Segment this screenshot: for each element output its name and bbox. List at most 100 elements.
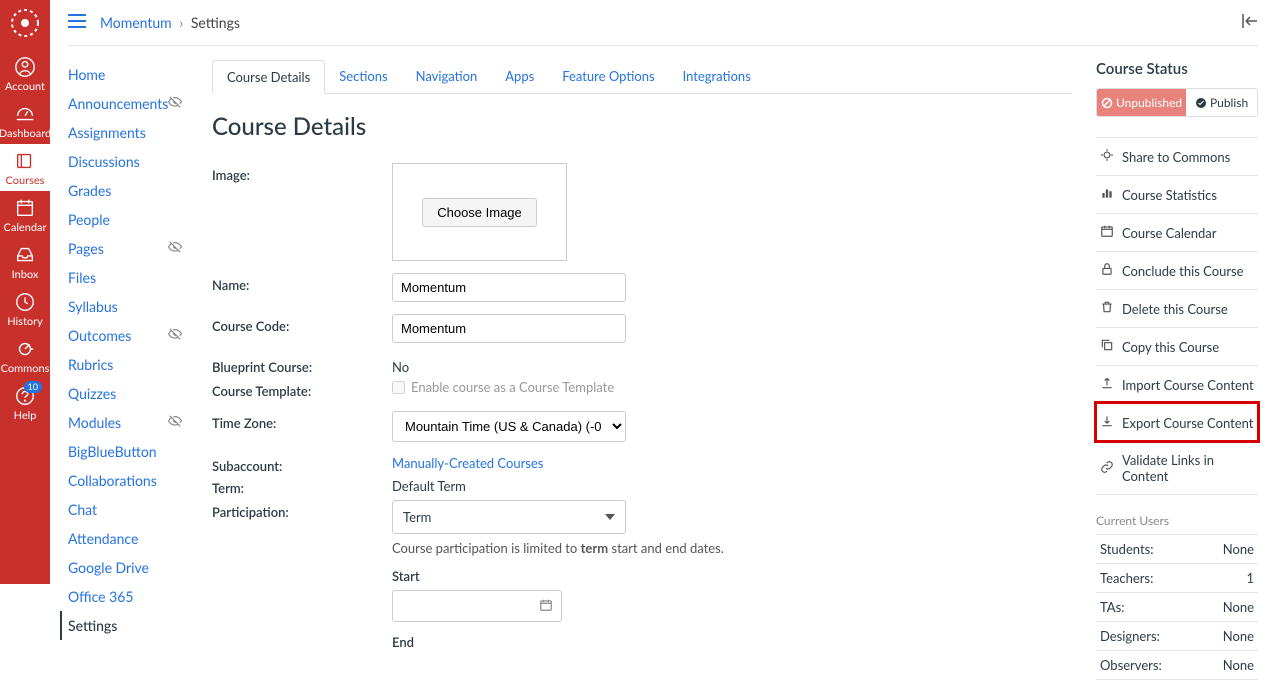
course-nav-item[interactable]: Modules	[68, 408, 188, 437]
inbox-nav[interactable]: Inbox	[0, 238, 50, 285]
course-nav-item[interactable]: Files	[68, 263, 188, 292]
course-template-checkbox[interactable]: Enable course as a Course Template	[392, 379, 1072, 395]
courses-nav[interactable]: Courses	[0, 144, 50, 191]
course-nav-label: Discussions	[68, 153, 140, 170]
user-role: TAs:	[1096, 593, 1200, 622]
tab-feature-options[interactable]: Feature Options	[548, 60, 668, 93]
course-nav-label: Attendance	[68, 530, 138, 547]
course-nav-label: Outcomes	[68, 327, 131, 344]
course-nav-item[interactable]: Discussions	[68, 147, 188, 176]
course-nav-item[interactable]: Grades	[68, 176, 188, 205]
share-commons[interactable]: Share to Commons	[1096, 137, 1258, 175]
course-image-box: Choose Image	[392, 163, 567, 261]
course-nav-label: Modules	[68, 414, 121, 431]
breadcrumb-sep: ›	[179, 14, 183, 31]
course-nav-item[interactable]: Collaborations	[68, 466, 188, 495]
term-label: Term:	[212, 476, 392, 496]
current-users-table: Students:NoneTeachers:1TAs:NoneDesigners…	[1096, 534, 1258, 680]
course-nav-label: Pages	[68, 240, 104, 257]
copy-course[interactable]: Copy this Course	[1096, 327, 1258, 365]
user-row: TAs:None	[1096, 593, 1258, 622]
subaccount-link[interactable]: Manually-Created Courses	[392, 455, 543, 471]
course-nav-label: People	[68, 211, 110, 228]
choose-image-button[interactable]: Choose Image	[422, 198, 537, 227]
right-link-label: Share to Commons	[1122, 149, 1230, 165]
course-nav-label: Google Drive	[68, 559, 149, 576]
course-code-input[interactable]	[392, 314, 626, 343]
course-nav-item[interactable]: Assignments	[68, 118, 188, 147]
course-nav-label: Announcements	[68, 95, 168, 112]
breadcrumb-course[interactable]: Momentum	[100, 14, 172, 31]
history-nav[interactable]: History	[0, 285, 50, 332]
course-nav-label: Home	[68, 66, 105, 83]
course-nav-item[interactable]: Announcements	[68, 89, 188, 118]
course-nav-item[interactable]: Chat	[68, 495, 188, 524]
user-role: Designers:	[1096, 622, 1200, 651]
user-row: Designers:None	[1096, 622, 1258, 651]
course-nav-item[interactable]: Pages	[68, 234, 188, 263]
course-nav-item[interactable]: People	[68, 205, 188, 234]
export-content[interactable]: Export Course Content	[1096, 403, 1258, 441]
timezone-select[interactable]: Mountain Time (US & Canada) (-07:00/-06:…	[392, 411, 626, 442]
end-label: End	[392, 634, 1072, 650]
course-nav-item[interactable]: Rubrics	[68, 350, 188, 379]
start-date-input[interactable]	[392, 590, 562, 622]
course-nav-item[interactable]: Quizzes	[68, 379, 188, 408]
delete-course[interactable]: Delete this Course	[1096, 289, 1258, 327]
tab-navigation[interactable]: Navigation	[402, 60, 492, 93]
course-nav-item[interactable]: Office 365	[68, 582, 188, 611]
commons-nav[interactable]: Commons	[0, 332, 50, 379]
term-value: Default Term	[392, 476, 1072, 496]
nav-label: Dashboard	[0, 127, 51, 140]
canvas-logo[interactable]	[8, 6, 42, 40]
import-content[interactable]: Import Course Content	[1096, 365, 1258, 403]
course-nav-item[interactable]: Home	[68, 60, 188, 89]
course-stats[interactable]: Course Statistics	[1096, 175, 1258, 213]
course-nav-label: BigBlueButton	[68, 443, 157, 460]
upload-icon	[1100, 376, 1114, 393]
user-row: Students:None	[1096, 535, 1258, 564]
participation-select[interactable]: Term	[392, 500, 626, 534]
unpublished-button[interactable]: Unpublished	[1097, 89, 1186, 116]
course-nav-item[interactable]: Google Drive	[68, 553, 188, 582]
top-bar: Momentum › Settings	[68, 0, 1258, 46]
collapse-icon[interactable]	[1242, 14, 1258, 31]
course-nav-item[interactable]: Settings	[60, 611, 188, 640]
course-nav-item[interactable]: Attendance	[68, 524, 188, 553]
current-users-title: Current Users	[1096, 513, 1258, 528]
start-label: Start	[392, 568, 1072, 584]
hamburger-icon[interactable]	[68, 14, 86, 31]
nav-label: Commons	[1, 362, 50, 375]
validate-links[interactable]: Validate Links in Content	[1096, 441, 1258, 495]
course-nav-label: Files	[68, 269, 96, 286]
course-nav-item[interactable]: Syllabus	[68, 292, 188, 321]
course-calendar[interactable]: Course Calendar	[1096, 213, 1258, 251]
dashboard-nav[interactable]: Dashboard	[0, 97, 50, 144]
nav-label: History	[7, 315, 43, 328]
participation-select-value: Term	[403, 509, 431, 525]
settings-tabs: Course DetailsSectionsNavigationAppsFeat…	[212, 60, 1072, 94]
tab-course-details[interactable]: Course Details	[212, 60, 325, 94]
course-name-input[interactable]	[392, 273, 626, 302]
tab-sections[interactable]: Sections	[325, 60, 401, 93]
tab-integrations[interactable]: Integrations	[669, 60, 765, 93]
breadcrumb-page: Settings	[191, 14, 240, 31]
user-count: None	[1200, 622, 1258, 651]
account-nav[interactable]: Account	[0, 50, 50, 97]
publish-button[interactable]: Publish	[1186, 89, 1257, 116]
tab-apps[interactable]: Apps	[491, 60, 548, 93]
right-link-label: Course Calendar	[1122, 225, 1217, 241]
conclude-course[interactable]: Conclude this Course	[1096, 251, 1258, 289]
course-nav-item[interactable]: BigBlueButton	[68, 437, 188, 466]
user-role: Observers:	[1096, 651, 1200, 680]
course-nav-item[interactable]: Outcomes	[68, 321, 188, 350]
right-sidebar: Course Status Unpublished Publish Share …	[1096, 60, 1258, 680]
code-label: Course Code:	[212, 314, 392, 343]
calendar-nav[interactable]: Calendar	[0, 191, 50, 238]
hidden-icon	[168, 327, 182, 344]
course-status-title: Course Status	[1096, 60, 1258, 78]
name-label: Name:	[212, 273, 392, 302]
ban-icon	[1101, 97, 1113, 109]
help-nav[interactable]: 10 Help	[0, 379, 50, 426]
course-nav-label: Quizzes	[68, 385, 116, 402]
